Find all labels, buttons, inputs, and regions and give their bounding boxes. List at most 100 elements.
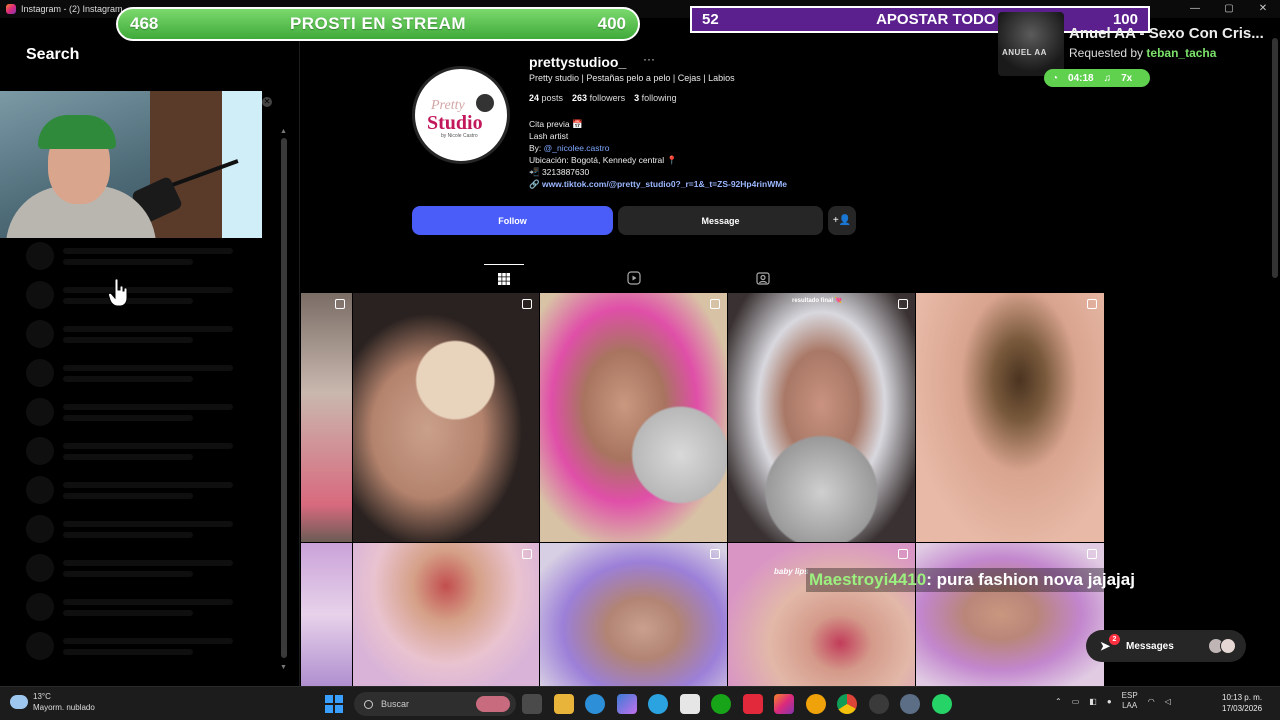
instagram-taskbar-icon[interactable] bbox=[774, 694, 794, 714]
follow-button[interactable]: Follow bbox=[412, 206, 613, 235]
obs-icon[interactable] bbox=[868, 694, 889, 714]
scroll-up-icon[interactable]: ▲ bbox=[280, 128, 287, 135]
post-tile[interactable] bbox=[916, 543, 1104, 686]
telegram-icon[interactable] bbox=[648, 694, 668, 714]
bio-mention-link[interactable]: @_nicolee.castro bbox=[544, 143, 610, 153]
purple-bar-title: APOSTAR TODO bbox=[876, 11, 996, 28]
notepad-icon[interactable] bbox=[679, 694, 700, 714]
post-tile[interactable] bbox=[916, 293, 1104, 542]
post-tile[interactable] bbox=[540, 293, 727, 542]
profile-tagline: Pretty studio | Pestañas pelo a pelo | C… bbox=[529, 73, 735, 83]
profile-username: prettystudioo_ bbox=[529, 54, 627, 70]
bio-external-link[interactable]: 🔗 www.tiktok.com/@pretty_studio0?_r=1&_t… bbox=[529, 178, 787, 190]
settings-icon[interactable] bbox=[900, 694, 920, 714]
green-bar-title: PROSTI EN STREAM bbox=[289, 14, 467, 33]
unread-badge: 2 bbox=[1109, 634, 1120, 645]
more-options-icon[interactable]: ··· bbox=[643, 52, 655, 66]
post-tile[interactable] bbox=[301, 293, 352, 542]
copilot-icon[interactable] bbox=[616, 694, 637, 714]
scrollbar-thumb[interactable] bbox=[281, 138, 287, 658]
posts-grid: resultado final 💘 baby lips bbox=[301, 293, 1104, 686]
microphone-icon[interactable]: ● bbox=[1107, 697, 1112, 706]
search-scrollbar[interactable]: ▲ ▼ bbox=[280, 128, 287, 678]
edge-icon[interactable] bbox=[585, 694, 605, 714]
scroll-down-icon[interactable]: ▼ bbox=[280, 664, 287, 671]
post-tile[interactable] bbox=[353, 293, 539, 542]
page-scrollbar[interactable] bbox=[1270, 18, 1280, 686]
svg-text:Studio: Studio bbox=[427, 112, 483, 134]
message-button[interactable]: Message bbox=[618, 206, 823, 235]
hand-cursor-icon bbox=[108, 278, 128, 307]
post-tile[interactable]: resultado final 💘 bbox=[728, 293, 915, 542]
song-status-pill: ◔ 04:18 ♫ 7x bbox=[1044, 69, 1150, 87]
reel-icon bbox=[898, 299, 908, 309]
system-tray: ⌃ ▭ ◧ ● ESP LAA ◠ ◁ bbox=[1055, 691, 1171, 711]
taskbar-search[interactable]: Buscar bbox=[354, 692, 516, 716]
tab-tagged[interactable] bbox=[743, 264, 783, 292]
messages-label: Messages bbox=[1126, 640, 1174, 652]
weather-widget[interactable]: 13°C Mayorm. nublado bbox=[10, 691, 95, 713]
search-panel: Search ✕ ▲ ▼ bbox=[0, 18, 300, 686]
post-tile[interactable] bbox=[353, 543, 539, 686]
profile-tabs bbox=[300, 264, 1104, 292]
screen: Instagram - (2) Instagram — ▢ ✕ Search ✕ bbox=[0, 0, 1280, 720]
profile-stats: 24 posts 263 followers 3 following bbox=[529, 93, 677, 103]
suggested-users-button[interactable]: +👤 bbox=[828, 206, 856, 235]
profile-avatar[interactable]: Pretty Studio by Nicole Castro bbox=[412, 66, 510, 164]
loading-placeholder bbox=[26, 281, 236, 311]
followers-stat[interactable]: 263 followers bbox=[572, 93, 625, 103]
green-bar-right-value: 400 bbox=[597, 14, 626, 33]
post-tile[interactable]: baby lips bbox=[728, 543, 915, 686]
taskbar-apps bbox=[522, 694, 952, 714]
page-scrollbar-thumb[interactable] bbox=[1272, 38, 1278, 278]
webcam-overlay bbox=[0, 91, 262, 238]
tab-reels[interactable] bbox=[614, 264, 654, 292]
post-caption-overlay: baby lips bbox=[774, 567, 809, 576]
clock-icon: ◔ bbox=[1052, 72, 1059, 84]
start-button[interactable] bbox=[325, 695, 343, 713]
add-user-icon: +👤 bbox=[832, 215, 852, 226]
purple-bar-left-value: 52 bbox=[702, 11, 719, 28]
whatsapp-icon[interactable] bbox=[931, 694, 952, 714]
following-stat[interactable]: 3 following bbox=[634, 93, 677, 103]
task-view-icon[interactable] bbox=[522, 694, 542, 714]
file-explorer-icon[interactable] bbox=[553, 694, 574, 714]
tab-posts[interactable] bbox=[484, 264, 524, 292]
loading-placeholder bbox=[26, 476, 236, 506]
carousel-icon bbox=[710, 549, 720, 559]
song-requested-by: Requested by teban_tacha bbox=[1069, 46, 1217, 60]
message-avatars bbox=[1208, 638, 1236, 654]
post-tile[interactable] bbox=[301, 543, 352, 686]
cloudy-weather-icon bbox=[10, 695, 28, 709]
post-tile[interactable] bbox=[540, 543, 727, 686]
browser-icon[interactable] bbox=[805, 694, 826, 714]
chrome-icon[interactable] bbox=[837, 694, 857, 714]
chat-text: : pura fashion nova jajajaj bbox=[926, 570, 1135, 589]
messages-button[interactable]: ➤ 2 Messages bbox=[1086, 630, 1246, 662]
post-caption-overlay: resultado final 💘 bbox=[792, 298, 843, 304]
chevron-up-icon[interactable]: ⌃ bbox=[1055, 697, 1062, 706]
song-request-overlay: ANUEL AA Anuel AA - Sexo Con Cris... Req… bbox=[998, 12, 1280, 92]
xbox-icon[interactable] bbox=[711, 694, 731, 714]
posts-stat: 24 posts bbox=[529, 93, 564, 103]
volume-icon[interactable]: ◁ bbox=[1165, 697, 1171, 706]
window-title[interactable]: Instagram - (2) Instagram bbox=[21, 4, 123, 14]
loading-placeholder bbox=[26, 593, 236, 623]
wifi-icon[interactable]: ◠ bbox=[1148, 697, 1155, 706]
profile-bio: Cita previa 📅 Lash artist By: @_nicolee.… bbox=[529, 119, 788, 190]
carousel-icon bbox=[898, 549, 908, 559]
music-note-icon: ♫ bbox=[1103, 72, 1112, 84]
loading-placeholder bbox=[26, 632, 236, 662]
green-bar-left-value: 468 bbox=[130, 14, 159, 33]
language-indicator[interactable]: ESP LAA bbox=[1122, 691, 1138, 711]
svg-text:by Nicole Castro: by Nicole Castro bbox=[441, 133, 478, 139]
wps-icon[interactable] bbox=[742, 694, 763, 714]
app-tray-icon[interactable]: ◧ bbox=[1089, 697, 1097, 706]
loading-placeholder bbox=[26, 242, 236, 272]
carousel-icon bbox=[522, 549, 532, 559]
clear-search-icon[interactable]: ✕ bbox=[262, 97, 272, 107]
stream-chat-message: Maestroyi4410 : pura fashion nova jajaja… bbox=[806, 568, 1166, 592]
taskbar-clock[interactable]: 10:13 p. m. 17/03/2026 bbox=[1222, 692, 1262, 714]
reel-icon bbox=[522, 299, 532, 309]
network-icon[interactable]: ▭ bbox=[1072, 697, 1080, 706]
